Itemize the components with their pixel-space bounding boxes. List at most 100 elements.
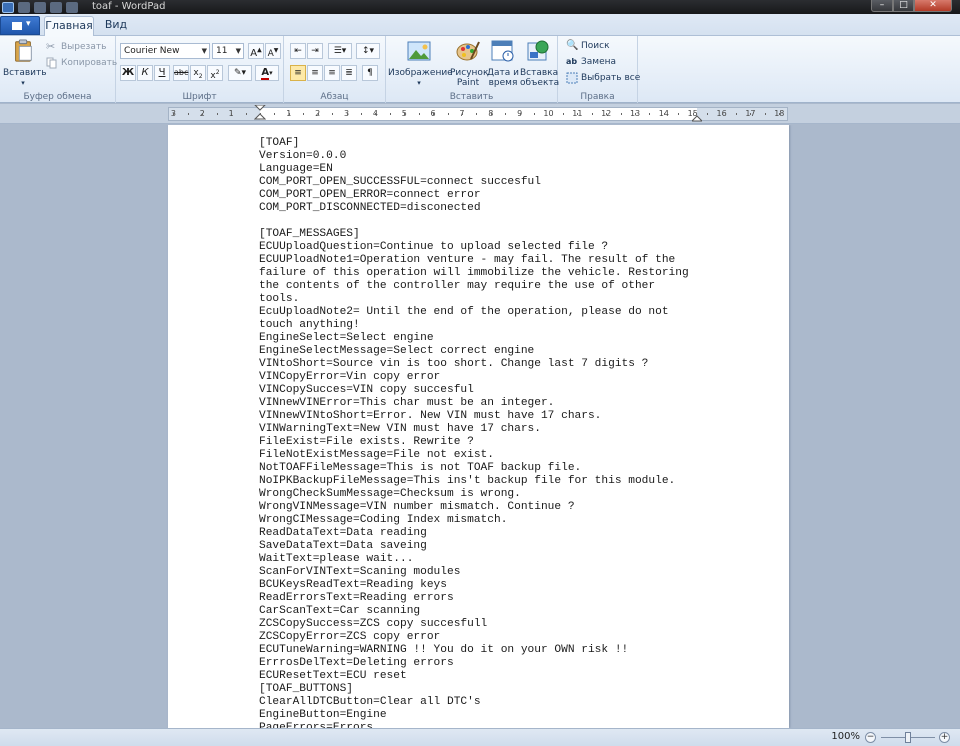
align-right-button[interactable]: ≡ [324, 65, 340, 81]
document-line[interactable]: EngineSelectMessage=Select correct engin… [259, 345, 689, 358]
document-line[interactable]: ECUTuneWarning=WARNING !! You do it on y… [259, 644, 689, 657]
zoom-out-button[interactable]: − [865, 732, 876, 743]
zoom-in-button[interactable]: + [939, 732, 950, 743]
document-text[interactable]: [TOAF] Version=0.0.0 Language=EN COM_PORT_O… [259, 137, 689, 728]
justify-button[interactable]: ≣ [341, 65, 357, 81]
document-line[interactable] [259, 215, 689, 228]
document-line[interactable]: EcuUploadNote2= Until the end of the ope… [259, 306, 689, 319]
application-menu-button[interactable]: ▾ [0, 16, 40, 35]
redo-icon[interactable] [50, 1, 62, 13]
document-page[interactable]: [TOAF] Version=0.0.0 Language=EN COM_PORT_O… [168, 125, 789, 728]
increase-indent-button[interactable]: ⇥ [307, 43, 323, 59]
document-line[interactable]: ECUUPloadNote1=Operation venture - may f… [259, 254, 689, 267]
wordpad-app-icon[interactable] [2, 1, 14, 13]
bold-button[interactable]: Ж [120, 65, 136, 81]
align-left-button[interactable]: ≡ [290, 65, 306, 81]
grow-font-button[interactable]: A▲ [248, 43, 264, 59]
document-line[interactable]: FileNotExistMessage=File not exist. [259, 449, 689, 462]
document-line[interactable]: SaveDataText=Data saveing [259, 540, 689, 553]
document-line[interactable]: WrongCheckSumMessage=Checksum is wrong. [259, 488, 689, 501]
ruler-strip[interactable]: 321123456789101112131415161718 [168, 105, 788, 122]
document-line[interactable]: WrongVINMessage=VIN number mismatch. Con… [259, 501, 689, 514]
ruler-minor-tick [217, 113, 218, 115]
document-line[interactable]: ZCSCopyError=ZCS copy error [259, 631, 689, 644]
document-line[interactable]: ErrrosDelText=Deleting errors [259, 657, 689, 670]
document-line[interactable]: VINnewVINtoShort=Error. New VIN must hav… [259, 410, 689, 423]
document-line[interactable]: [TOAF_MESSAGES] [259, 228, 689, 241]
document-line[interactable]: ECUUploadQuestion=Continue to upload sel… [259, 241, 689, 254]
copy-button[interactable]: Копировать [46, 56, 117, 70]
document-line[interactable]: NotTOAFFileMessage=This is not TOAF back… [259, 462, 689, 475]
document-line[interactable]: COM_PORT_OPEN_SUCCESSFUL=connect succesf… [259, 176, 689, 189]
paragraph-settings-button[interactable]: ¶ [362, 65, 378, 81]
document-line[interactable]: VINCopyError=Vin copy error [259, 371, 689, 384]
document-line[interactable]: ClearAllDTCButton=Clear all DTC's [259, 696, 689, 709]
font-family-combo[interactable]: Courier New ▼ [120, 43, 210, 59]
customize-toolbar-chevron-icon[interactable] [66, 1, 78, 13]
paste-button[interactable]: Вставить ▾ [3, 39, 47, 88]
document-line[interactable]: ECUResetText=ECU reset [259, 670, 689, 683]
date-time-button[interactable]: Дата и время [486, 39, 520, 88]
editing-group: 🔍 Поиск ab Замена Выбрать все Правка [558, 36, 640, 103]
ruler-minor-tick [664, 113, 665, 115]
subscript-button[interactable]: x2 [190, 65, 206, 81]
replace-button[interactable]: ab Замена [566, 55, 616, 69]
find-button[interactable]: 🔍 Поиск [566, 39, 610, 53]
document-line[interactable]: EngineButton=Engine [259, 709, 689, 722]
document-line[interactable]: the contents of the controller may requi… [259, 280, 689, 293]
document-line[interactable]: NoIPKBackupFileMessage=This ins't backup… [259, 475, 689, 488]
document-line[interactable]: Language=EN [259, 163, 689, 176]
document-line[interactable]: COM_PORT_OPEN_ERROR=connect error [259, 189, 689, 202]
highlight-color-button[interactable]: ✎▾ [228, 65, 252, 81]
document-line[interactable]: BCUKeysReadText=Reading keys [259, 579, 689, 592]
document-line[interactable]: COM_PORT_DISCONNECTED=disconected [259, 202, 689, 215]
document-line[interactable]: WrongCIMessage=Coding Index mismatch. [259, 514, 689, 527]
font-size-combo[interactable]: 11 ▼ [212, 43, 244, 59]
save-icon[interactable] [18, 1, 30, 13]
tab-view[interactable]: Вид [98, 16, 134, 36]
document-line[interactable]: Version=0.0.0 [259, 150, 689, 163]
cut-button[interactable]: ✂ Вырезать [46, 40, 106, 54]
line-spacing-button[interactable]: ↕▾ [356, 43, 380, 59]
paste-dropdown-icon[interactable]: ▾ [3, 78, 43, 88]
strikethrough-button[interactable]: abc [173, 65, 189, 81]
zoom-slider-thumb[interactable] [905, 732, 911, 743]
bullets-button[interactable]: ☰▾ [328, 43, 352, 59]
document-line[interactable]: ScanForVINText=Scaning modules [259, 566, 689, 579]
document-line[interactable]: VINnewVINError=This char must be an inte… [259, 397, 689, 410]
shrink-font-button[interactable]: A▼ [265, 43, 281, 59]
tab-home[interactable]: Главная [44, 16, 94, 36]
document-line[interactable]: CarScanText=Car scanning [259, 605, 689, 618]
paint-drawing-button[interactable]: Рисунок Paint [450, 39, 488, 88]
minimize-button[interactable]: – [871, 0, 893, 12]
close-button[interactable]: ✕ [914, 0, 952, 12]
document-line[interactable]: failure of this operation will immobiliz… [259, 267, 689, 280]
document-line[interactable]: WaitText=please wait... [259, 553, 689, 566]
font-color-button[interactable]: A▾ [255, 65, 279, 81]
undo-icon[interactable] [34, 1, 46, 13]
document-line[interactable]: ReadErrorsText=Reading errors [259, 592, 689, 605]
decrease-indent-button[interactable]: ⇤ [290, 43, 306, 59]
ruler-minor-tick [476, 113, 477, 115]
document-line[interactable]: FileExist=File exists. Rewrite ? [259, 436, 689, 449]
insert-picture-button[interactable]: Изображение ▾ [388, 39, 453, 88]
align-center-button[interactable]: ≡ [307, 65, 323, 81]
document-line[interactable]: [TOAF] [259, 137, 689, 150]
underline-button[interactable]: Ч [154, 65, 170, 81]
italic-button[interactable]: К [137, 65, 153, 81]
document-line[interactable]: VINCopySucces=VIN copy succesful [259, 384, 689, 397]
document-line[interactable]: [TOAF_BUTTONS] [259, 683, 689, 696]
insert-object-button[interactable]: Вставка объекта [520, 39, 559, 88]
maximize-button[interactable]: □ [893, 0, 914, 12]
document-line[interactable]: tools. [259, 293, 689, 306]
superscript-button[interactable]: x2 [207, 65, 223, 81]
select-all-button[interactable]: Выбрать все [566, 71, 640, 85]
document-line[interactable]: touch anything! [259, 319, 689, 332]
ruler-minor-tick [332, 113, 333, 115]
document-line[interactable]: VINWarningText=New VIN must have 17 char… [259, 423, 689, 436]
document-line[interactable]: EngineSelect=Select engine [259, 332, 689, 345]
zoom-slider[interactable] [881, 732, 935, 743]
document-line[interactable]: VINtoShort=Source vin is too short. Chan… [259, 358, 689, 371]
document-line[interactable]: ReadDataText=Data reading [259, 527, 689, 540]
document-line[interactable]: ZCSCopySuccess=ZCS copy succesfull [259, 618, 689, 631]
